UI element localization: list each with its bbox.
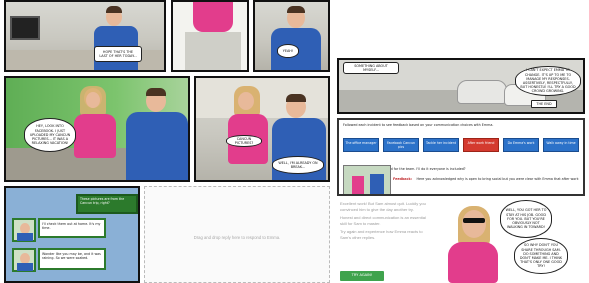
- comic-panel-2: [171, 0, 249, 72]
- monitor-image: [10, 16, 40, 40]
- comic-panel-5: Cancun pictures? Well, I'm already on br…: [194, 76, 330, 182]
- avatar: [12, 218, 36, 242]
- reply-choice-button-selected[interactable]: After work friend: [463, 138, 499, 152]
- scene-thumbnail: [343, 165, 391, 194]
- man-character: [265, 4, 325, 70]
- speech-bubble: Yeah!: [277, 44, 299, 58]
- man-character: [90, 6, 150, 70]
- caption: The end: [531, 100, 557, 108]
- speech-bubble: Hey, look into Facebook. I just uploaded…: [24, 118, 76, 152]
- feedback-box: Followed each incident to see feedback b…: [337, 118, 585, 196]
- reply-choice-button[interactable]: Tackle her incident: [423, 138, 459, 152]
- speech-bubble: Hope that's the last of her today...: [94, 46, 142, 62]
- avatar: [12, 248, 36, 272]
- emma-character: [224, 86, 274, 180]
- reply-choice-button[interactable]: Do Emma's work: [503, 138, 539, 152]
- comic-strip: Hope that's the last of her today... Yea…: [4, 0, 330, 283]
- comic-panel-1: Hope that's the last of her today...: [4, 0, 166, 72]
- feedback-row: Feedback: Here you acknowledged why is o…: [393, 177, 579, 181]
- try-again-button[interactable]: TRY AGAIN!: [340, 271, 384, 281]
- speech-bubble: So why don't you share through Sam. Do s…: [514, 238, 568, 274]
- man-character: [116, 84, 188, 180]
- speech-bubble: Well, I'm already on break...: [272, 156, 324, 174]
- comic-panel-3: Yeah!: [253, 0, 330, 72]
- comic-panel-4: Hey, look into Facebook. I just uploaded…: [4, 76, 190, 182]
- speech-bubble: Something about myself...: [343, 62, 399, 74]
- reply-choice-button[interactable]: Walk away in time: [543, 138, 579, 152]
- chat-message: Wonder like you may be, and it was raini…: [38, 248, 106, 270]
- chat-panel: These pictures are from the Cancun trip,…: [4, 186, 140, 283]
- chat-message: I'll check them out at home. It's my tim…: [38, 218, 106, 238]
- car-image: [457, 80, 507, 104]
- feedback-intro: Followed each incident to see feedback b…: [343, 123, 494, 127]
- chat-message: These pictures are from the Cancun trip,…: [76, 194, 138, 214]
- speech-bubble: I can't expect Emma to change. It's up t…: [515, 66, 581, 96]
- emma-character: [446, 200, 502, 283]
- reply-drop-zone[interactable]: Drag and drop reply here to respond to E…: [144, 186, 330, 283]
- speech-bubble: Well, you got her to stay at his job. Go…: [500, 200, 552, 238]
- drop-zone-label: Drag and drop reply here to respond to E…: [193, 235, 281, 240]
- ending-panel: Something about myself... I can't expect…: [337, 58, 585, 114]
- emma-character: [193, 2, 233, 32]
- speech-bubble: Cancun pictures?: [226, 135, 262, 147]
- sunglasses-icon: [463, 218, 485, 223]
- reply-choice-button[interactable]: Facebook Cancun pics: [383, 138, 419, 152]
- reply-choice-button[interactable]: The office manager: [343, 138, 379, 152]
- result-text: Excellent work! But Sam almost quit. Luc…: [340, 201, 426, 240]
